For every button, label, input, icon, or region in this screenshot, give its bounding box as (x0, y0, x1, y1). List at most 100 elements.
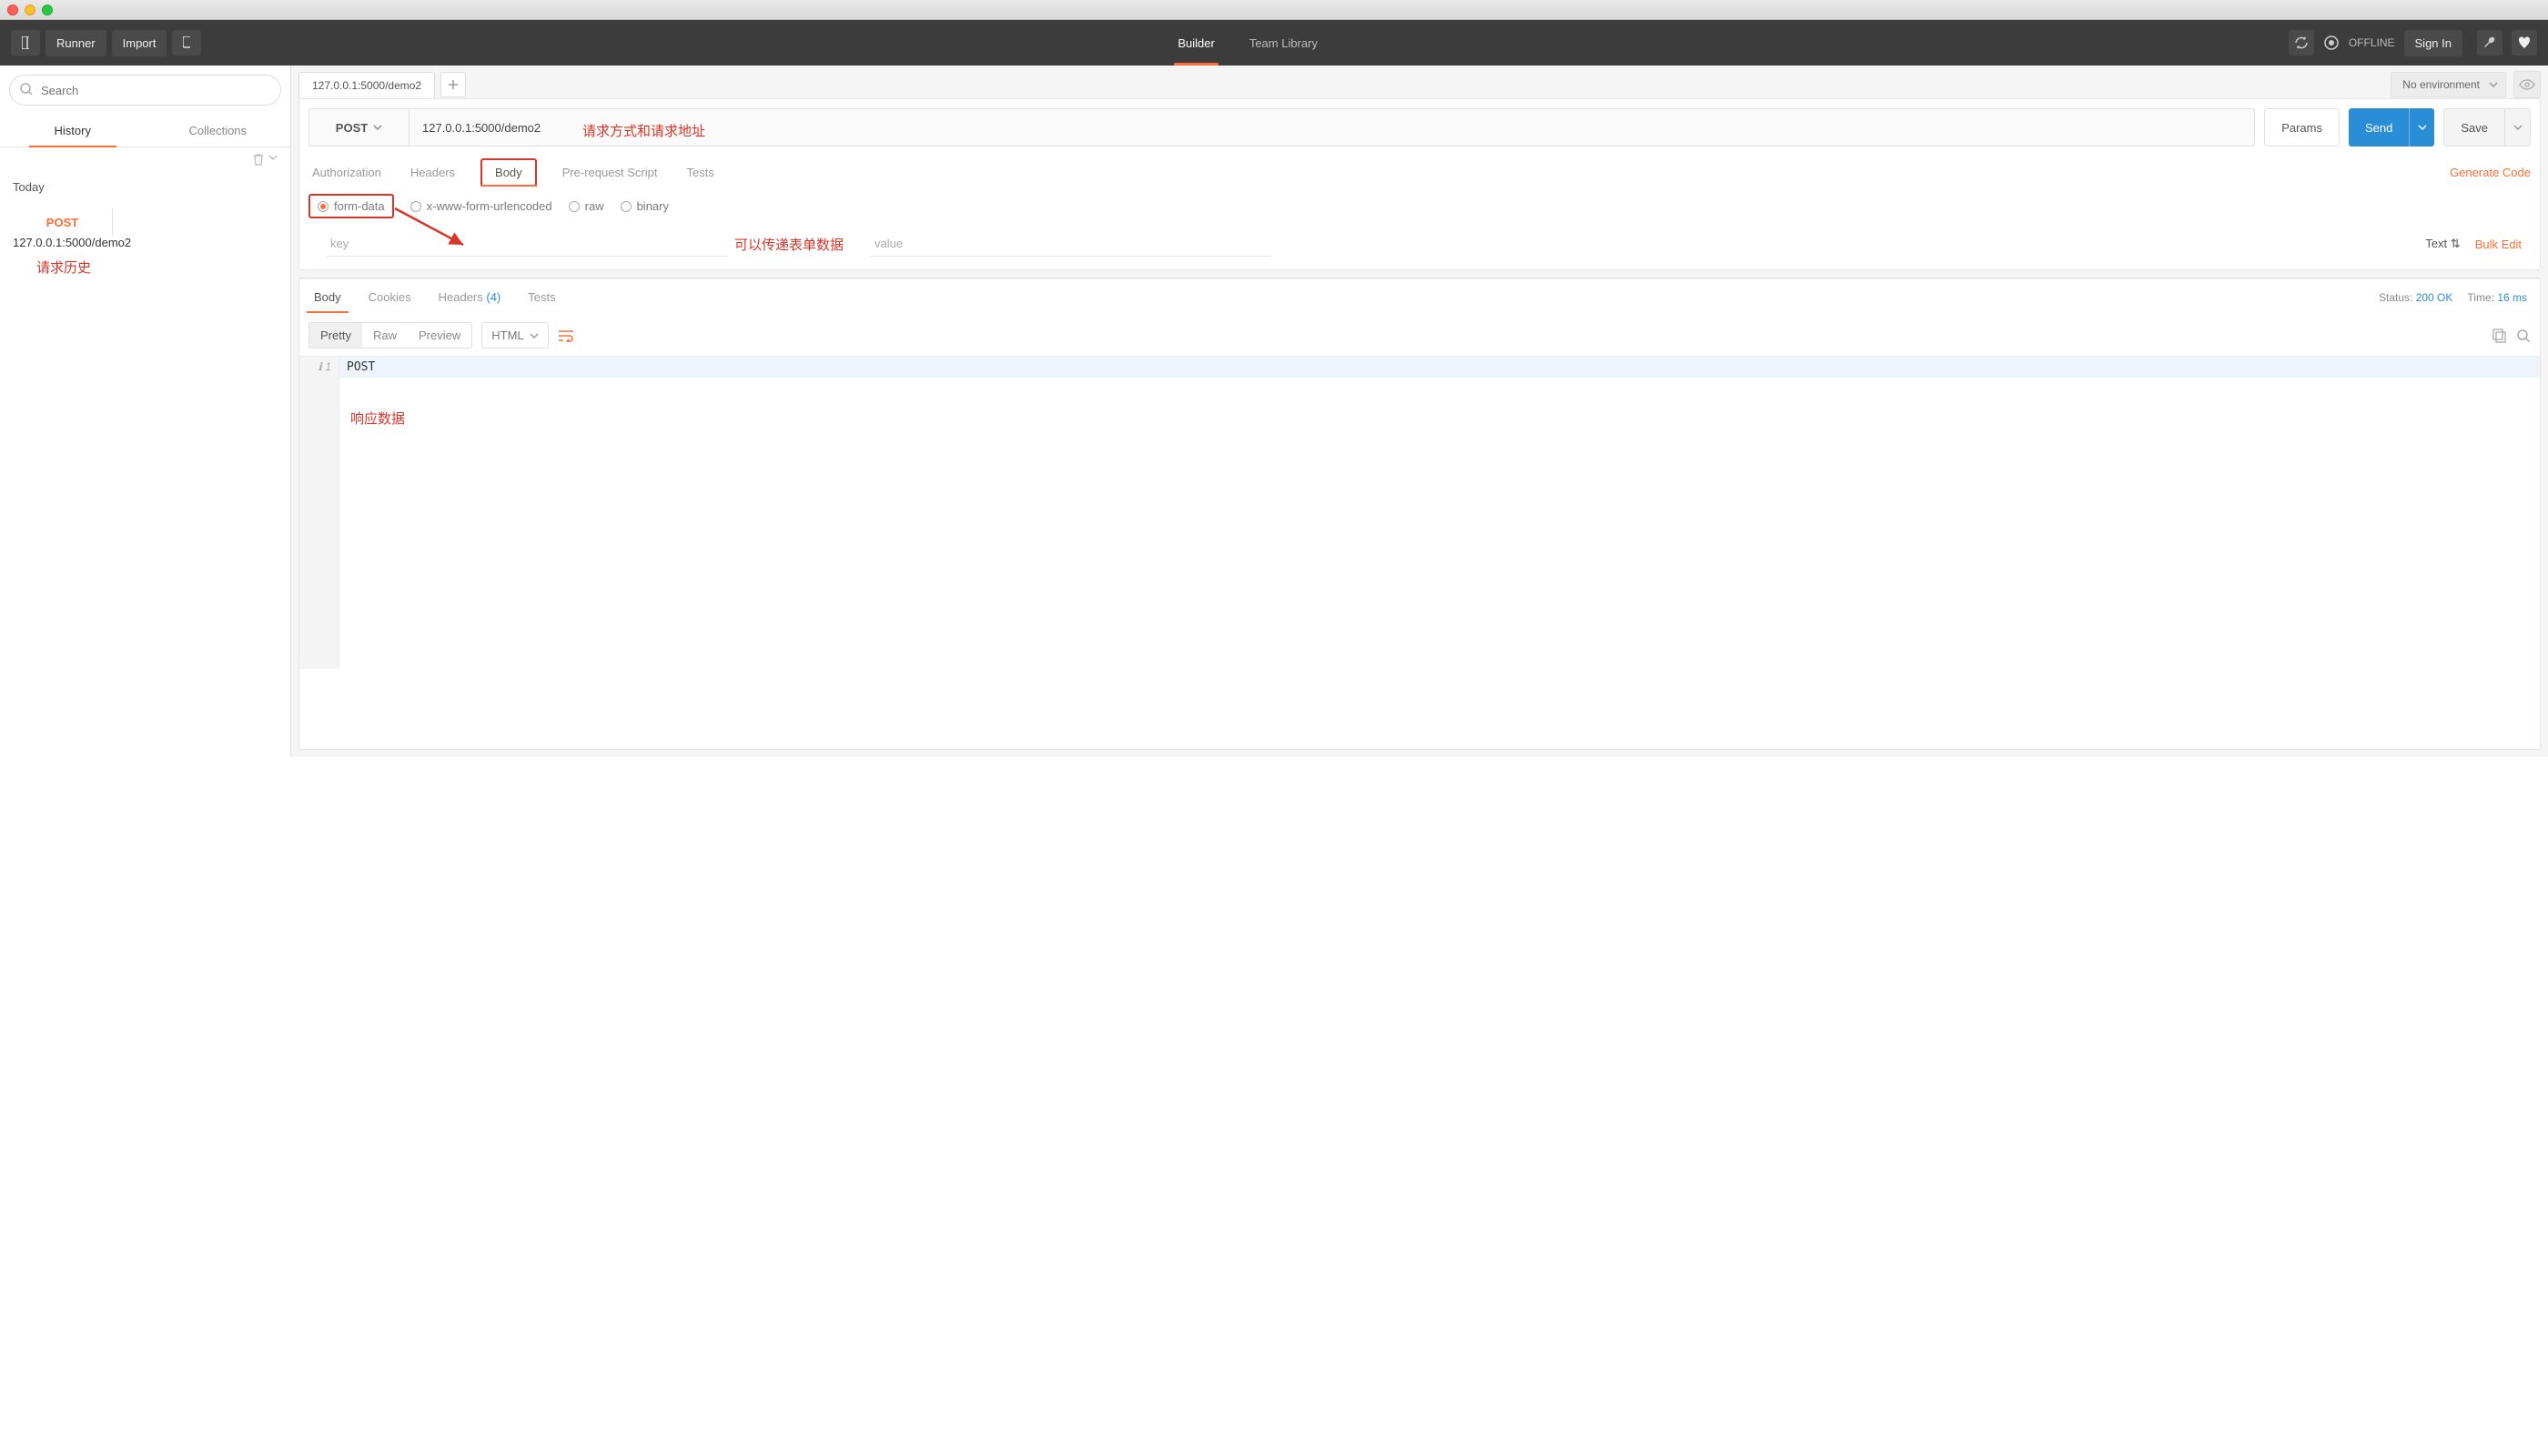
search-response-button[interactable] (2516, 329, 2531, 343)
params-button[interactable]: Params (2264, 108, 2340, 147)
add-tab-button[interactable] (440, 72, 466, 97)
sidebar-tab-collections[interactable]: Collections (146, 115, 291, 147)
response-status: Status: 200 OK (2379, 291, 2452, 304)
formdata-value-input[interactable]: value (871, 231, 1271, 257)
body-type-formdata[interactable]: form-data (308, 194, 394, 218)
formdata-row: key 可以传递表单数据 value Text ⇅ Bulk Edit (299, 226, 2540, 269)
response-time: Time: 16 ms (2467, 291, 2527, 304)
minimize-window-icon[interactable] (25, 5, 35, 15)
runner-button[interactable]: Runner (46, 30, 106, 56)
method-label: POST (336, 121, 368, 135)
send-dropdown[interactable] (2409, 108, 2434, 147)
history-item[interactable]: POST127.0.0.1:5000/demo2 (0, 203, 290, 241)
response-view-options: Pretty Raw Preview HTML (299, 315, 2540, 356)
import-button[interactable]: Import (112, 30, 167, 56)
copy-icon (2492, 329, 2507, 343)
subtab-authorization[interactable]: Authorization (308, 158, 385, 187)
annotation-response: 响应数据 (350, 409, 405, 428)
environment-label: No environment (2402, 78, 2480, 91)
request-tab[interactable]: 127.0.0.1:5000/demo2 (298, 72, 435, 98)
clear-history-button[interactable] (252, 153, 265, 166)
chevron-down-icon (268, 153, 278, 162)
save-dropdown[interactable] (2504, 109, 2530, 146)
annotation-formdata: 可以传递表单数据 (734, 235, 844, 254)
subtab-tests[interactable]: Tests (682, 158, 717, 187)
request-panel: POST 127.0.0.1:5000/demo2 请求方式和请求地址 Para… (298, 98, 2541, 270)
history-item-method: POST (13, 208, 113, 236)
response-tab-headers[interactable]: Headers (4) (437, 281, 503, 313)
settings-button[interactable] (2477, 30, 2502, 56)
response-tab-body[interactable]: Body (312, 281, 343, 313)
save-label: Save (2444, 121, 2504, 135)
url-value: 127.0.0.1:5000/demo2 (422, 121, 541, 135)
history-section-today: Today (0, 171, 290, 203)
signin-button[interactable]: Sign In (2404, 30, 2462, 56)
environment-quicklook-button[interactable] (2513, 71, 2541, 98)
response-tabs: Body Cookies Headers (4) Tests Status: 2… (299, 278, 2540, 315)
save-button[interactable]: Save (2443, 108, 2531, 147)
view-preview[interactable]: Preview (408, 323, 471, 348)
view-pretty[interactable]: Pretty (309, 323, 362, 348)
request-subtabs: Authorization Headers Body Pre-request S… (299, 154, 2540, 190)
response-panel: Body Cookies Headers (4) Tests Status: 2… (298, 278, 2541, 750)
annotation-request-line: 请求方式和请求地址 (582, 121, 705, 140)
subtab-prerequest[interactable]: Pre-request Script (559, 158, 662, 187)
sync-button[interactable] (2289, 30, 2314, 56)
chevron-down-icon (2418, 123, 2427, 132)
favorite-button[interactable] (2512, 30, 2537, 56)
trash-dropdown[interactable] (268, 153, 278, 166)
body-type-raw[interactable]: raw (569, 199, 604, 213)
bulk-edit-link[interactable]: Bulk Edit (2475, 238, 2522, 251)
subtab-headers[interactable]: Headers (407, 158, 459, 187)
close-window-icon[interactable] (7, 5, 18, 15)
new-window-icon: + (183, 36, 190, 49)
body-type-urlencoded[interactable]: x-www-form-urlencoded (410, 199, 552, 213)
search-icon (2516, 329, 2531, 343)
view-raw[interactable]: Raw (362, 323, 408, 348)
wrap-lines-button[interactable] (558, 329, 574, 342)
search-icon (20, 83, 33, 96)
url-input[interactable]: 127.0.0.1:5000/demo2 请求方式和请求地址 (410, 121, 2254, 135)
chevron-down-icon (373, 123, 382, 132)
search-input[interactable] (9, 75, 281, 106)
app-toolbar: Runner Import + Builder Team Library OFF… (0, 20, 2548, 66)
format-select[interactable]: HTML (481, 322, 548, 349)
line-gutter: ℹ 1 (299, 357, 339, 378)
sidebar-tab-history[interactable]: History (0, 115, 146, 147)
method-select[interactable]: POST (309, 109, 410, 146)
formdata-key-input[interactable]: key (327, 231, 727, 257)
tab-builder[interactable]: Builder (1174, 20, 1218, 66)
eye-icon (2519, 79, 2535, 90)
body-type-binary[interactable]: binary (621, 199, 669, 213)
sidebar: History Collections Today POST127.0.0.1:… (0, 66, 291, 757)
send-button[interactable]: Send (2349, 108, 2434, 147)
response-body-area: 响应数据 (299, 378, 2540, 669)
environment-select[interactable]: No environment (2391, 72, 2506, 97)
response-tab-cookies[interactable]: Cookies (367, 281, 413, 313)
chevron-down-icon (2513, 123, 2523, 132)
request-tabstrip: 127.0.0.1:5000/demo2 No environment (291, 66, 2548, 98)
tab-team-library[interactable]: Team Library (1246, 20, 1321, 66)
content-area: 127.0.0.1:5000/demo2 No environment POST (291, 66, 2548, 757)
response-body-text: POST (339, 357, 2540, 378)
zoom-window-icon[interactable] (42, 5, 53, 15)
response-headers-count: (4) (486, 290, 500, 304)
response-code-line: ℹ 1 POST (299, 356, 2540, 378)
sync-icon (2294, 35, 2309, 50)
subtab-body[interactable]: Body (480, 158, 537, 187)
generate-code-link[interactable]: Generate Code (2450, 166, 2531, 179)
view-mode-segment: Pretty Raw Preview (308, 322, 472, 349)
annotation-history: 请求历史 (0, 241, 290, 277)
window-titlebar (0, 0, 2548, 20)
new-window-button[interactable]: + (172, 30, 201, 56)
chevron-down-icon (2489, 80, 2498, 89)
wrap-icon (558, 329, 574, 342)
sync-status-label: OFFLINE (2349, 36, 2395, 49)
trash-icon (252, 153, 265, 166)
heart-icon (2517, 35, 2532, 50)
toggle-sidebar-button[interactable] (11, 30, 40, 56)
formdata-type-select[interactable]: Text ⇅ (2425, 237, 2460, 251)
copy-response-button[interactable] (2492, 329, 2507, 343)
sync-status-icon (2323, 35, 2340, 51)
response-tab-tests[interactable]: Tests (526, 281, 557, 313)
